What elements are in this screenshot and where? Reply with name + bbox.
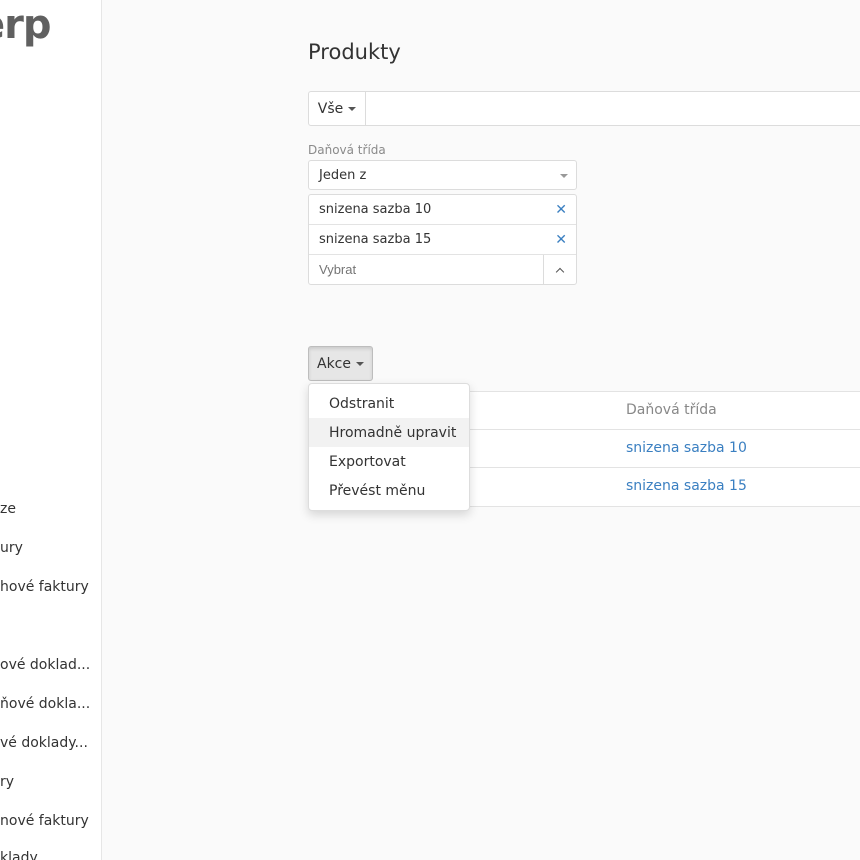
selected-chip-label: snizena sazba 15 bbox=[319, 232, 432, 247]
sidebar-item[interactable]: ové doklad... bbox=[0, 657, 100, 673]
sidebar-item-label: ry bbox=[0, 774, 15, 790]
actions-button[interactable]: Akce bbox=[308, 346, 373, 381]
chevron-up-icon bbox=[555, 267, 565, 276]
filter-mode-value: Jeden z bbox=[319, 167, 367, 183]
sidebar-item[interactable]: ňové dokla... bbox=[0, 696, 100, 712]
remove-icon[interactable]: ✕ bbox=[555, 202, 567, 218]
page-title: Produkty bbox=[308, 40, 401, 64]
tax-class-link[interactable]: snizena sazba 15 bbox=[626, 478, 747, 494]
search-input[interactable] bbox=[366, 92, 860, 125]
sidebar-item[interactable]: vé doklady... bbox=[0, 735, 100, 751]
sidebar-item-label: hové faktury bbox=[0, 579, 89, 595]
search-scope-select[interactable]: Vše bbox=[309, 92, 366, 125]
sidebar-item-label: klady... bbox=[0, 850, 50, 860]
sidebar-item[interactable]: klady... bbox=[0, 850, 100, 860]
sidebar-item-label: nové faktury bbox=[0, 813, 89, 829]
filter-label: Daňová třída bbox=[308, 143, 386, 157]
selected-chip-label: snizena sazba 10 bbox=[319, 202, 432, 217]
sidebar-item[interactable]: ury bbox=[0, 540, 100, 556]
menu-item-export[interactable]: Exportovat bbox=[309, 447, 469, 476]
sidebar-item-label: ové doklad... bbox=[0, 657, 91, 673]
collapse-button[interactable] bbox=[543, 255, 576, 284]
column-header[interactable]: Daňová třída bbox=[626, 402, 717, 418]
sidebar: erp ze ury hové faktury ové doklad... ňo… bbox=[0, 0, 102, 860]
sidebar-item-label: ňové dokla... bbox=[0, 696, 91, 712]
selected-chip: snizena sazba 15 ✕ bbox=[309, 225, 576, 255]
sidebar-item-label: ury bbox=[0, 540, 23, 556]
search-bar: Vše bbox=[308, 91, 860, 126]
sidebar-item[interactable]: nové faktury bbox=[0, 813, 100, 829]
menu-item-delete[interactable]: Odstranit bbox=[309, 389, 469, 418]
remove-icon[interactable]: ✕ bbox=[555, 232, 567, 248]
actions-button-label: Akce bbox=[317, 355, 351, 372]
option-select bbox=[309, 255, 576, 284]
app-logo[interactable]: erp bbox=[0, 2, 51, 48]
sidebar-item[interactable]: ze bbox=[0, 501, 100, 517]
search-scope-label: Vše bbox=[317, 100, 344, 117]
tax-class-link[interactable]: snizena sazba 10 bbox=[626, 440, 747, 456]
sidebar-item-label: ze bbox=[0, 501, 16, 517]
sidebar-item[interactable]: hové faktury bbox=[0, 579, 100, 595]
sidebar-item-label: vé doklady... bbox=[0, 735, 88, 751]
selected-chip: snizena sazba 10 ✕ bbox=[309, 195, 576, 225]
filter-multiselect: snizena sazba 10 ✕ snizena sazba 15 ✕ bbox=[308, 194, 577, 285]
caret-down-icon bbox=[356, 361, 364, 366]
menu-item-bulk-edit[interactable]: Hromadně upravit bbox=[309, 418, 469, 447]
caret-down-icon bbox=[560, 174, 568, 178]
actions-menu: Odstranit Hromadně upravit Exportovat Př… bbox=[308, 383, 470, 511]
option-select-input[interactable] bbox=[309, 255, 543, 284]
filter-mode-select[interactable]: Jeden z bbox=[308, 160, 577, 190]
sidebar-item[interactable]: ry bbox=[0, 774, 100, 790]
menu-item-convert-currency[interactable]: Převést měnu bbox=[309, 476, 469, 505]
caret-down-icon bbox=[348, 106, 357, 111]
